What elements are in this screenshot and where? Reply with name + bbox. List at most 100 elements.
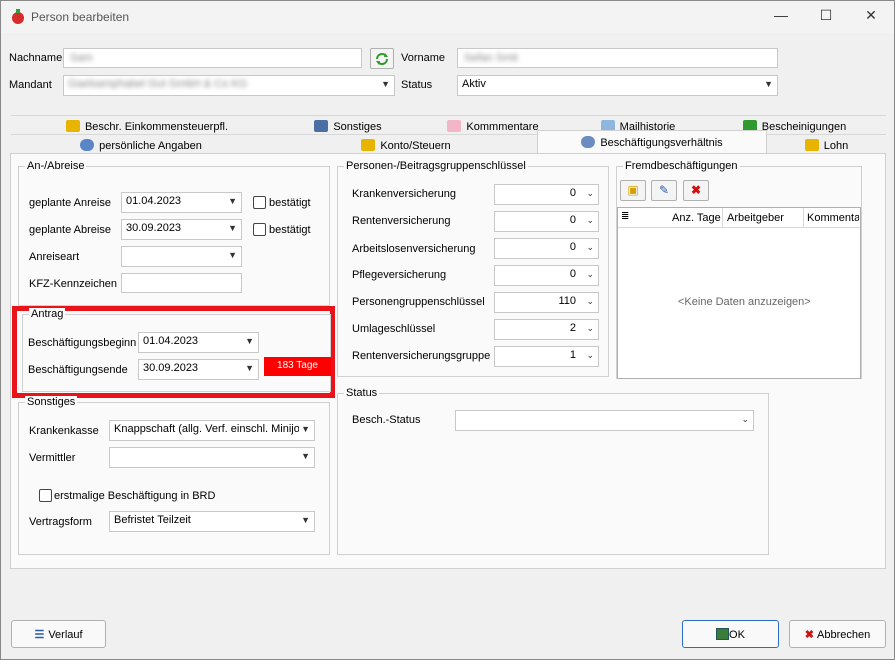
arbeitslosenversicherung-label: Arbeitslosenversicherung: [352, 243, 476, 255]
abreise-date[interactable]: 30.09.2023 ▼: [121, 219, 242, 240]
nachname-input[interactable]: Sam: [63, 48, 362, 68]
group-fremdbeschaeftigungen: Fremdbeschäftigungen ▣ ✎ ✖ ≣ Anz. Tage A…: [616, 160, 862, 379]
pflegeversicherung-value: 0: [569, 268, 576, 280]
beginn-date[interactable]: 01.04.2023 ▼: [138, 332, 259, 353]
edit-icon: ✎: [658, 183, 670, 197]
anreise-value: 01.04.2023: [126, 195, 182, 207]
dialog-window: Person bearbeiten — ☐ ✕ Nachname Sam Vor…: [0, 0, 895, 660]
anreiseart-select[interactable]: ▼: [121, 246, 242, 267]
abreise-value: 30.09.2023: [126, 222, 182, 234]
maximize-button[interactable]: ☐: [816, 7, 836, 25]
tab-label: Beschr. Einkommensteuerpfl.: [84, 121, 229, 133]
tab-lohn[interactable]: Lohn: [767, 134, 886, 154]
close-button[interactable]: ✕: [861, 7, 881, 25]
save-icon: [716, 628, 730, 640]
pflegeversicherung-select[interactable]: 0 ⌄: [494, 265, 599, 286]
ende-date[interactable]: 30.09.2023 ▼: [138, 359, 259, 380]
chevron-down-icon: ▼: [228, 196, 237, 206]
chevron-down-icon: ⌄: [586, 188, 594, 198]
rentenversicherung-label: Rentenversicherung: [352, 215, 451, 227]
delete-icon: ✖: [690, 183, 702, 197]
chevron-down-icon: ⌄: [586, 269, 594, 279]
vertragsform-label: Vertragsform: [29, 516, 92, 528]
add-record-icon: ▣: [627, 183, 639, 197]
krankenversicherung-select[interactable]: 0 ⌄: [494, 184, 599, 205]
abbrechen-label: Abbrechen: [817, 629, 871, 641]
abreise-bestaetigt-checkbox[interactable]: [253, 223, 266, 236]
coins-icon: [65, 120, 80, 132]
edit-record-button[interactable]: ✎: [651, 180, 677, 201]
status-select[interactable]: Aktiv ▼: [457, 75, 778, 96]
tab-konto-steuern[interactable]: Konto/Steuern: [271, 134, 541, 154]
beginn-label: Beschäftigungsbeginn: [28, 337, 137, 349]
umlageschluessel-label: Umlageschlüssel: [352, 323, 436, 335]
abbrechen-button[interactable]: ✖ Abbrechen: [789, 620, 886, 648]
vermittler-label: Vermittler: [29, 452, 76, 464]
arbeitslosenversicherung-select[interactable]: 0 ⌄: [494, 238, 599, 259]
chevron-down-icon: ▼: [301, 451, 310, 461]
krankenversicherung-label: Krankenversicherung: [352, 188, 456, 200]
vermittler-select[interactable]: ▼: [109, 447, 315, 468]
chevron-down-icon: ⌄: [586, 215, 594, 225]
personengruppe-select[interactable]: 110 ⌄: [494, 292, 599, 313]
tab-persoenliche-angaben[interactable]: persönliche Angaben: [11, 134, 271, 154]
coins-icon: [361, 139, 376, 151]
column-chooser-icon[interactable]: ≣: [621, 211, 629, 222]
umlageschluessel-select[interactable]: 2 ⌄: [494, 319, 599, 340]
pflegeversicherung-label: Pflegeversicherung: [352, 269, 447, 281]
bestaetigt-label: bestätigt: [269, 224, 311, 236]
kfz-input[interactable]: [121, 273, 242, 293]
verlauf-button[interactable]: ☰ Verlauf: [11, 620, 106, 648]
chevron-down-icon: ▼: [764, 79, 773, 89]
column-header-kommentar[interactable]: Kommentar: [807, 212, 859, 224]
rentenversicherung-select[interactable]: 0 ⌄: [494, 211, 599, 232]
comment-icon: [447, 120, 462, 132]
vorname-value: Sefan Smit: [464, 52, 518, 64]
vertragsform-select[interactable]: Befristet Teilzeit ▼: [109, 511, 315, 532]
beginn-value: 01.04.2023: [143, 335, 199, 347]
refresh-icon: [376, 53, 388, 65]
person-add-icon: [581, 136, 596, 148]
chevron-down-icon: ▼: [245, 363, 254, 373]
status-label: Status: [401, 79, 433, 91]
add-record-button[interactable]: ▣: [620, 180, 646, 201]
group-title: Antrag: [29, 308, 66, 320]
besch-status-select[interactable]: ⌄: [455, 410, 754, 431]
car-icon: [314, 120, 329, 132]
anreise-date[interactable]: 01.04.2023 ▼: [121, 192, 242, 213]
mandant-label: Mandant: [9, 79, 52, 91]
tab-label: Sonstiges: [333, 121, 382, 133]
fremd-grid[interactable]: ≣ Anz. Tage Arbeitgeber Kommentar <Keine…: [617, 207, 861, 379]
tab-sonstiges[interactable]: Sonstiges: [283, 115, 413, 135]
window-title: Person bearbeiten: [31, 10, 130, 24]
anreise-bestaetigt-checkbox[interactable]: [253, 196, 266, 209]
chevron-down-icon: ⌄: [586, 350, 594, 360]
column-header-arbeitgeber[interactable]: Arbeitgeber: [727, 212, 784, 224]
krankenkasse-select[interactable]: Knappschaft (allg. Verf. einschl. Minijo…: [109, 420, 315, 441]
vorname-input[interactable]: Sefan Smit: [457, 48, 778, 68]
rentenversicherungsgruppe-select[interactable]: 1 ⌄: [494, 346, 599, 367]
tab-label: Bescheinigungen: [761, 121, 847, 133]
personengruppe-value: 110: [558, 295, 576, 307]
cancel-icon: ✖: [804, 629, 814, 641]
tab-beschaeftigungsverhaeltnis[interactable]: Beschäftigungsverhältnis: [537, 130, 767, 154]
mandant-select[interactable]: Gaelsamphabel Gut GmbH & Co KG ▼: [63, 75, 395, 96]
group-status: Status Besch.-Status ⌄: [337, 387, 769, 555]
erstmalig-checkbox[interactable]: [39, 489, 52, 502]
ok-button[interactable]: OK: [682, 620, 779, 648]
chevron-down-icon: ⌄: [586, 296, 594, 306]
status-value: Aktiv: [462, 78, 486, 90]
minimize-button[interactable]: —: [771, 7, 791, 25]
tab-beschr-einkommensteuerpfl[interactable]: Beschr. Einkommensteuerpfl.: [11, 115, 283, 135]
group-title: An-/Abreise: [25, 160, 87, 172]
tab-label: Lohn: [823, 140, 849, 152]
delete-record-button[interactable]: ✖: [683, 180, 709, 201]
nachname-value: Sam: [70, 52, 93, 64]
group-anabreise: An-/Abreise geplante Anreise 01.04.2023 ▼…: [18, 160, 330, 306]
refresh-button[interactable]: [370, 48, 394, 69]
nachname-label: Nachname: [9, 52, 63, 64]
umlageschluessel-value: 2: [569, 322, 576, 334]
personengruppe-label: Personengruppenschlüssel: [352, 296, 485, 308]
column-header-anz-tage[interactable]: Anz. Tage: [672, 212, 721, 224]
group-title: Personen-/Beitragsgruppenschlüssel: [344, 160, 528, 172]
